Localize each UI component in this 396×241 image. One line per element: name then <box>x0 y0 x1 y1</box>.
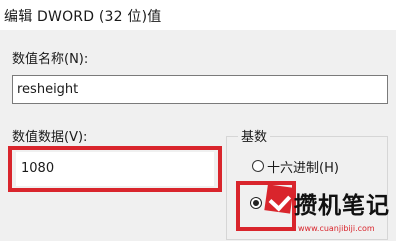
value-name-label: 数值名称(N): <box>12 52 89 67</box>
radio-decimal[interactable] <box>250 197 262 209</box>
value-name-field[interactable]: resheight <box>12 75 388 104</box>
value-data-label: 数值数据(V): <box>12 130 88 145</box>
watermark-logo: 攒机笔记 www.cuanjibiji.com <box>262 184 396 241</box>
watermark-check-icon <box>264 184 294 214</box>
radio-decimal-dot <box>253 200 259 206</box>
dialog-title: 编辑 DWORD (32 位)值 <box>4 9 162 25</box>
base-group-label: 基数 <box>238 126 271 145</box>
watermark-text: 攒机笔记 <box>294 193 390 219</box>
value-data-highlight <box>8 146 222 192</box>
radio-hex-label[interactable]: 十六进制(H) <box>267 157 339 176</box>
dialog-titlebar: 编辑 DWORD (32 位)值 <box>0 0 396 30</box>
radio-hex[interactable] <box>252 160 264 172</box>
value-name-text: resheight <box>17 82 79 97</box>
watermark-url: www.cuanjibiji.com <box>298 224 375 233</box>
